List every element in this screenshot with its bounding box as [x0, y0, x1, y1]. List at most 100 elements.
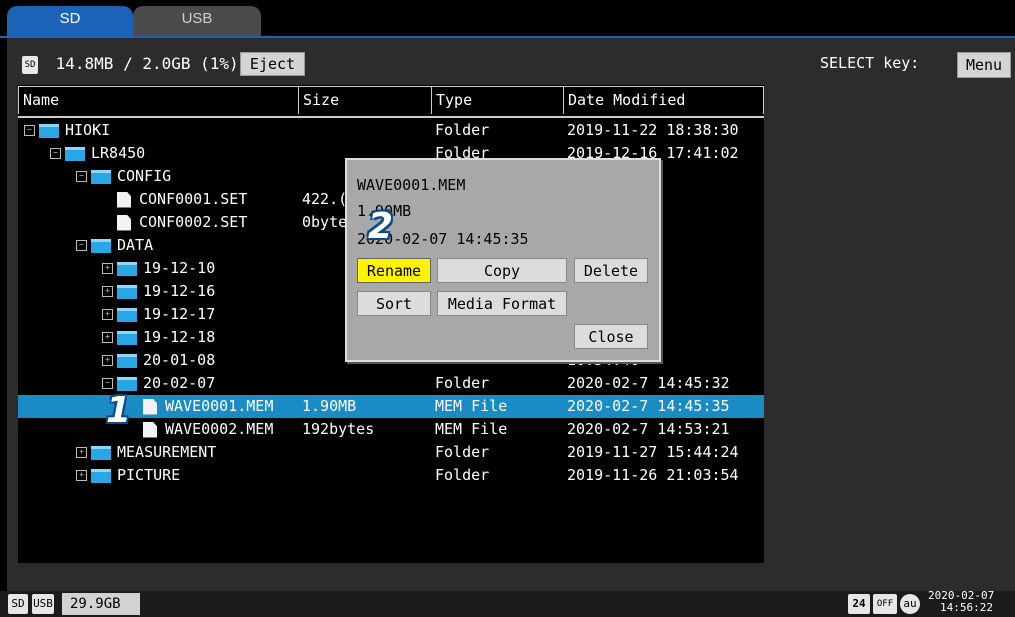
eject-button[interactable]: Eject: [240, 52, 305, 76]
file-name: MEASUREMENT: [117, 443, 217, 461]
file-name-cell: WAVE0002.MEM: [128, 418, 273, 441]
expand-icon[interactable]: +: [76, 447, 87, 458]
file-row[interactable]: − HIOKI Folder 2019-11-22 18:38:30: [18, 119, 764, 142]
file-size: 422.(: [302, 190, 348, 208]
media-usage-text: 14.8MB / 2.0GB (1%): [55, 54, 239, 73]
24h-icon: 24: [848, 594, 870, 614]
file-date: 2019-11-26 21:03:54: [567, 466, 739, 484]
file-name-cell: +19-12-17: [102, 303, 215, 326]
folder-icon: [91, 169, 111, 184]
popup-file-name: WAVE0001.MEM: [357, 176, 466, 194]
file-type: Folder: [435, 466, 490, 484]
file-date: 2020-02-7 14:45:32: [567, 374, 730, 392]
file-name: DATA: [117, 236, 154, 254]
file-name-cell: WAVE0001.MEM: [128, 395, 273, 418]
menu-button[interactable]: Menu: [957, 52, 1011, 78]
folder-icon: [117, 284, 137, 299]
file-name-cell: − DATA: [76, 234, 153, 257]
file-name: WAVE0001.MEM: [165, 397, 274, 415]
folder-icon: [91, 238, 111, 253]
auto-icon: au: [900, 594, 920, 614]
column-header-name[interactable]: Name: [18, 86, 299, 114]
sort-button[interactable]: Sort: [357, 291, 431, 316]
usb-status-icon: USB: [32, 594, 54, 614]
expand-icon[interactable]: +: [76, 470, 87, 481]
folder-icon: [117, 376, 137, 391]
file-name-cell: − CONFIG: [76, 165, 171, 188]
file-size: 0byte: [302, 213, 348, 231]
storage-capacity: 29.9GB: [62, 593, 140, 615]
file-icon: [117, 214, 131, 231]
expand-icon[interactable]: +: [102, 355, 113, 366]
off-icon: OFF: [873, 594, 897, 614]
file-date: 2020-02-7 14:45:35: [567, 397, 730, 415]
callout-marker-2: 2: [368, 206, 394, 247]
file-name: PICTURE: [117, 466, 181, 484]
expand-icon[interactable]: +: [102, 263, 113, 274]
clock: 2020-02-07 14:56:22: [928, 590, 994, 614]
file-size: 1.90MB: [302, 397, 357, 415]
file-name-cell: − HIOKI: [24, 119, 110, 142]
file-name: 19-12-17: [143, 305, 216, 323]
header-divider: [18, 116, 764, 118]
callout-marker-1: 1: [106, 390, 132, 431]
tab-sd[interactable]: SD: [7, 6, 133, 36]
collapse-icon[interactable]: −: [102, 378, 113, 389]
file-name: CONFIG: [117, 167, 172, 185]
collapse-icon[interactable]: −: [76, 240, 87, 251]
collapse-icon[interactable]: −: [24, 125, 35, 136]
file-icon: [117, 191, 131, 208]
file-name: 19-12-18: [143, 328, 216, 346]
file-icon: [143, 398, 157, 415]
file-name: 20-02-07: [143, 374, 216, 392]
copy-button[interactable]: Copy: [437, 258, 567, 283]
media-format-button[interactable]: Media Format: [437, 291, 567, 316]
file-name: WAVE0002.MEM: [165, 420, 274, 438]
file-row[interactable]: + MEASUREMENT Folder 2019-11-27 15:44:24: [18, 441, 764, 464]
close-button[interactable]: Close: [574, 324, 648, 349]
folder-icon: [65, 146, 85, 161]
file-name: 20-01-08: [143, 351, 216, 369]
column-header-date[interactable]: Date Modified: [563, 86, 764, 114]
file-name: LR8450: [91, 144, 146, 162]
file-name: 19-12-16: [143, 282, 216, 300]
file-operation-popup: WAVE0001.MEM 1.90MB 2020-02-07 14:45:35 …: [345, 158, 661, 362]
file-type: Folder: [435, 374, 490, 392]
file-name-cell: +19-12-16: [102, 280, 215, 303]
file-name-cell: − LR8450: [50, 142, 145, 165]
file-name: CONF0002.SET: [139, 213, 248, 231]
sd-status-icon: SD: [8, 594, 28, 614]
collapse-icon[interactable]: −: [50, 148, 61, 159]
expand-icon[interactable]: +: [102, 309, 113, 320]
clock-time: 14:56:22: [940, 601, 993, 614]
folder-icon: [117, 330, 137, 345]
file-name-cell: CONF0002.SET: [102, 211, 247, 234]
tab-usb[interactable]: USB: [133, 6, 261, 36]
expand-icon[interactable]: +: [102, 286, 113, 297]
file-name: HIOKI: [65, 121, 111, 139]
column-header-type[interactable]: Type: [431, 86, 564, 114]
file-name: 19-12-10: [143, 259, 216, 277]
expand-icon[interactable]: +: [102, 332, 113, 343]
file-date: 2019-11-27 15:44:24: [567, 443, 739, 461]
file-type: Folder: [435, 121, 490, 139]
file-date: 2020-02-7 14:53:21: [567, 420, 730, 438]
file-name: CONF0001.SET: [139, 190, 248, 208]
column-header-size[interactable]: Size: [298, 86, 432, 114]
folder-icon: [117, 307, 137, 322]
file-type: MEM File: [435, 397, 508, 415]
folder-icon: [117, 353, 137, 368]
file-row[interactable]: + PICTURE Folder 2019-11-26 21:03:54: [18, 464, 764, 487]
folder-icon: [91, 445, 111, 460]
select-key-label: SELECT key:: [820, 54, 920, 72]
collapse-icon[interactable]: −: [76, 171, 87, 182]
file-type: MEM File: [435, 420, 508, 438]
file-name-cell: + PICTURE: [76, 464, 180, 487]
delete-button[interactable]: Delete: [574, 258, 648, 283]
rename-button[interactable]: Rename: [357, 258, 431, 283]
file-name-cell: +19-12-10: [102, 257, 215, 280]
file-name-cell: +20-01-08: [102, 349, 215, 372]
file-name-cell: +19-12-18: [102, 326, 215, 349]
file-name-cell: CONF0001.SET: [102, 188, 247, 211]
folder-icon: [91, 468, 111, 483]
